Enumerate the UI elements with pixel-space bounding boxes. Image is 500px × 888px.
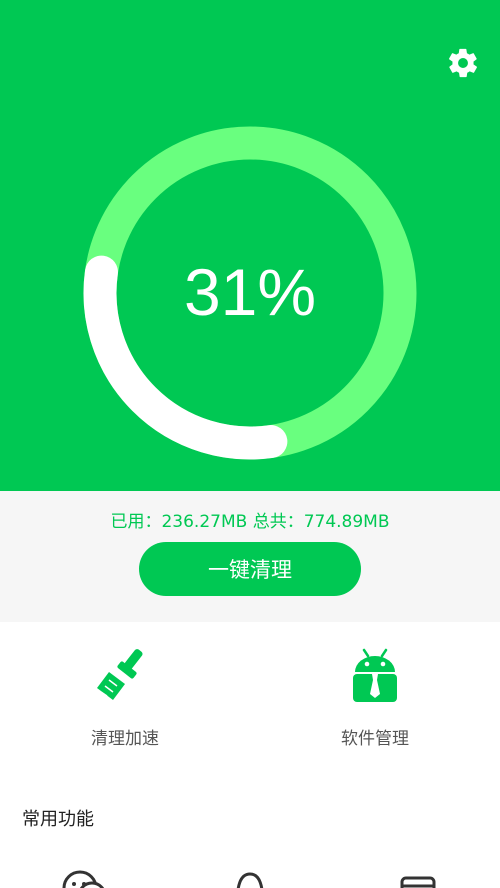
qq-icon[interactable] — [225, 866, 275, 888]
wechat-icon[interactable] — [60, 866, 110, 888]
android-box-icon — [353, 648, 397, 702]
tool-label: 软件管理 — [341, 729, 409, 749]
software-manage-tool[interactable]: 软件管理 — [295, 646, 455, 756]
memory-usage-gauge — [83, 126, 417, 460]
common-functions-title: 常用功能 — [22, 809, 94, 830]
memory-info-panel: 已用：236.27MB 总共：774.89MB 一键清理 — [0, 491, 500, 622]
broom-icon — [97, 649, 143, 700]
box-icon[interactable] — [393, 866, 443, 888]
tool-label: 清理加速 — [91, 729, 159, 749]
one-key-clean-button[interactable]: 一键清理 — [139, 542, 361, 596]
clean-accelerate-tool[interactable]: 清理加速 — [45, 646, 205, 756]
memory-usage-text: 已用：236.27MB 总共：774.89MB — [110, 512, 390, 532]
tools-row: 清理加速 软件管理 — [0, 622, 500, 782]
memory-hero: 31% — [0, 0, 500, 491]
settings-gear-icon[interactable] — [446, 46, 480, 80]
common-functions-row — [0, 860, 500, 888]
memory-percent: 31% — [183, 255, 317, 329]
